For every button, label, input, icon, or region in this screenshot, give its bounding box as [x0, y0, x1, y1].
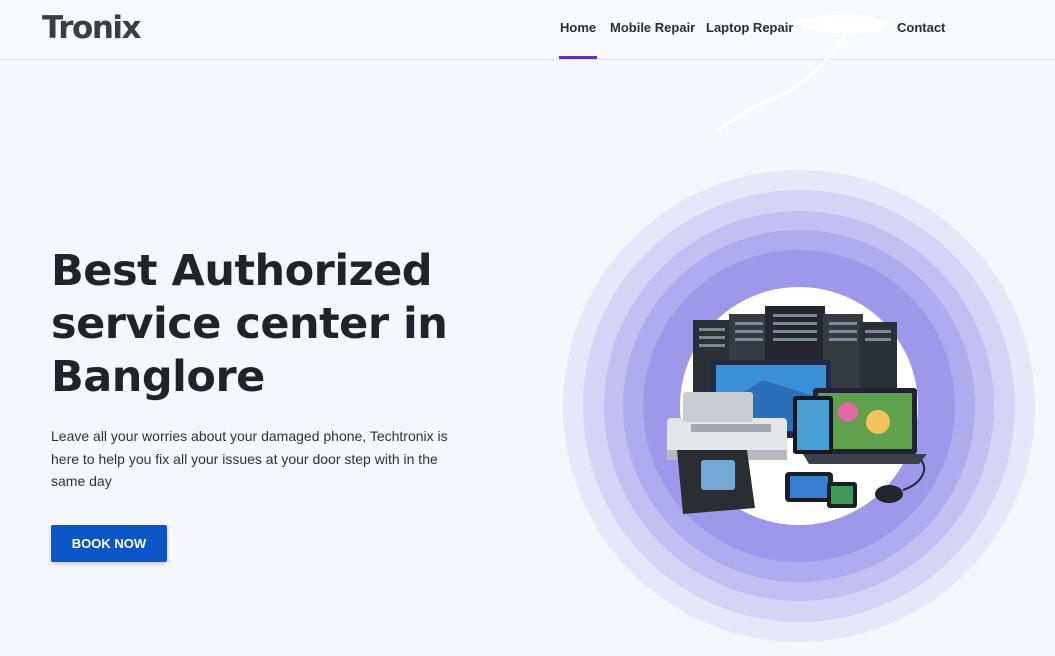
nav-contact[interactable]: Contact [897, 20, 945, 35]
desk-phone-icon [677, 450, 755, 514]
smartphone-icon [785, 472, 857, 508]
tablet-icon [793, 396, 833, 454]
mouse-icon [875, 459, 926, 503]
hero-description: Leave all your worries about your damage… [51, 428, 448, 489]
book-now-button[interactable]: BOOK NOW [51, 525, 167, 562]
site-logo[interactable]: Tronix [42, 10, 142, 46]
nav-mobile-repair[interactable]: Mobile Repair [610, 20, 695, 35]
nav-home[interactable]: Home [558, 20, 598, 59]
electronics-devices-illustration [667, 306, 927, 514]
hero-title: Best Authorized service center in Banglo… [51, 246, 448, 402]
top-navbar: Tronix Home Mobile Repair Laptop Repair … [0, 0, 1055, 132]
nav-laptop-repair[interactable]: Laptop Repair [706, 20, 793, 35]
